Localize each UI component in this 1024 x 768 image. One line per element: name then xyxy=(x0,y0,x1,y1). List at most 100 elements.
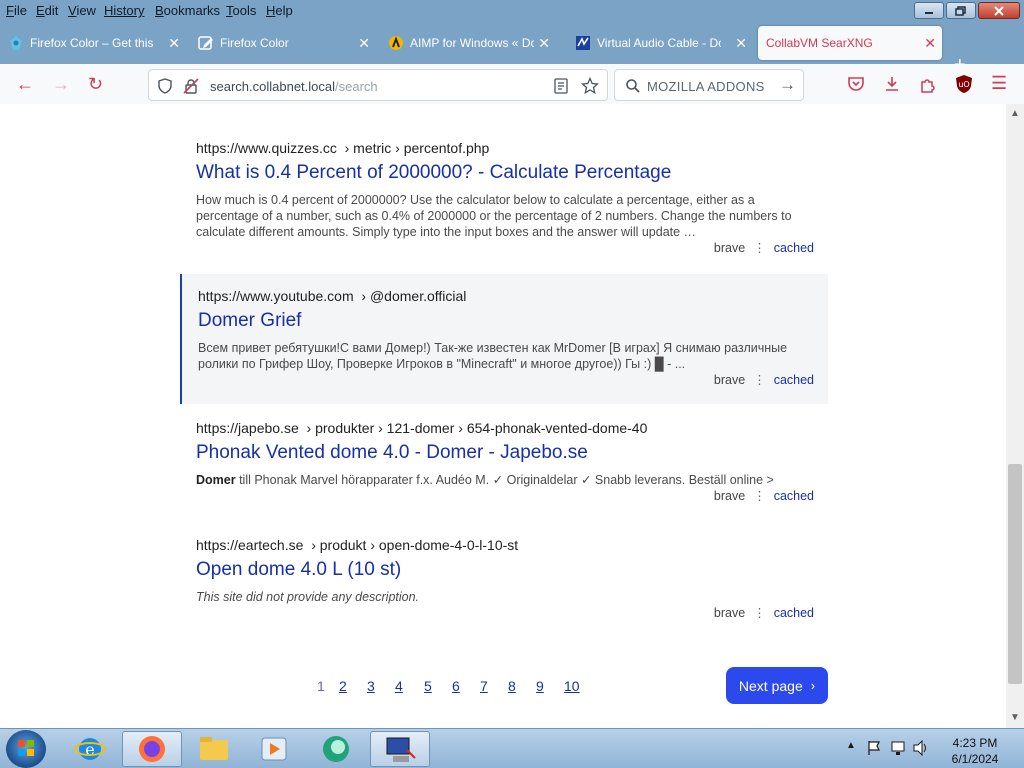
more-options-icon[interactable]: ⋮ xyxy=(753,489,766,503)
chevron-right-icon: › xyxy=(810,678,816,693)
tab-collabvm-searxng[interactable]: CollabVM SearXNG ✕ xyxy=(758,26,942,60)
search-bar[interactable]: MOZILLA ADDONS → xyxy=(614,69,804,101)
shield-icon[interactable] xyxy=(157,78,173,94)
computer-icon xyxy=(386,737,416,762)
aimp-icon xyxy=(389,36,403,50)
tab-close-icon[interactable]: ✕ xyxy=(168,35,180,52)
result-url[interactable]: https://www.youtube.com › @domer.officia… xyxy=(198,288,828,308)
folder-icon xyxy=(200,737,228,760)
network-icon[interactable] xyxy=(890,740,908,756)
tab-close-icon[interactable]: ✕ xyxy=(538,35,550,52)
volume-icon[interactable] xyxy=(912,740,930,756)
windows-logo-icon xyxy=(18,740,34,756)
page-number-link[interactable]: 7 xyxy=(480,678,488,694)
tab-close-icon[interactable]: ✕ xyxy=(735,35,747,52)
download-icon[interactable] xyxy=(883,75,901,93)
url-bar[interactable]: search.collabnet.local/search xyxy=(148,69,608,101)
result-url[interactable]: https://www.quizzes.cc › metric › percen… xyxy=(196,140,828,160)
page-number-link[interactable]: 6 xyxy=(452,678,460,694)
cached-link[interactable]: cached xyxy=(774,489,814,503)
page-number-link[interactable]: 10 xyxy=(564,678,580,694)
minimize-button[interactable] xyxy=(914,2,944,19)
taskbar-virtual-audio-cable[interactable] xyxy=(370,731,430,767)
scroll-down-icon[interactable]: ▼ xyxy=(1010,712,1020,723)
menu-edit[interactable]: Edit xyxy=(36,3,58,18)
page-number-link[interactable]: 4 xyxy=(395,678,403,694)
insecure-lock-icon[interactable] xyxy=(183,78,199,94)
close-window-button[interactable] xyxy=(978,2,1020,19)
cached-link[interactable]: cached xyxy=(774,373,814,387)
tab-close-icon[interactable]: ✕ xyxy=(924,35,936,52)
taskbar-firefox[interactable] xyxy=(122,731,182,767)
scroll-up-icon[interactable]: ▲ xyxy=(1010,108,1020,119)
system-clock[interactable]: 4:23 PM 6/1/2024 xyxy=(940,735,1010,767)
result-title-link[interactable]: Domer Grief xyxy=(198,310,828,336)
result-title-link[interactable]: What is 0.4 Percent of 2000000? - Calcul… xyxy=(196,162,828,188)
menu-hamburger-icon[interactable]: ☰ xyxy=(991,73,1007,94)
taskbar-internet-explorer[interactable]: e xyxy=(60,731,120,767)
taskbar-media-player[interactable] xyxy=(244,731,304,767)
result-title-link[interactable]: Open dome 4.0 L (10 st) xyxy=(196,559,828,585)
page-number-link[interactable]: 2 xyxy=(339,678,347,694)
menu-tools[interactable]: Tools xyxy=(226,3,256,18)
taskbar-explorer[interactable] xyxy=(184,731,244,767)
result-meta: brave ⋮ cached xyxy=(714,605,814,620)
result-description: This site did not provide any descriptio… xyxy=(196,590,420,604)
tab-title: AIMP for Windows « Do xyxy=(410,36,534,50)
result-item: https://japebo.se › produkter › 121-dome… xyxy=(180,420,828,520)
vertical-scrollbar[interactable]: ▲ ▼ xyxy=(1006,104,1024,728)
tab-firefox-color[interactable]: Firefox Color ✕ xyxy=(190,26,376,60)
extensions-icon[interactable] xyxy=(919,75,937,93)
collabvm-icon xyxy=(323,736,349,762)
restore-button[interactable] xyxy=(946,2,976,19)
action-center-flag-icon[interactable] xyxy=(866,740,882,756)
menu-bar: File Edit View History Bookmarks Tools H… xyxy=(0,0,1024,22)
menu-view[interactable]: View xyxy=(68,3,96,18)
result-title-link[interactable]: Phonak Vented dome 4.0 - Domer - Japebo.… xyxy=(196,442,828,468)
browser-chrome: File Edit View History Bookmarks Tools H… xyxy=(0,0,1024,104)
tab-bar: Firefox Color – Get this E ✕ Firefox Col… xyxy=(0,22,1024,76)
back-icon[interactable]: ← xyxy=(16,74,34,94)
tray-expand-icon[interactable]: ▲ xyxy=(846,740,856,751)
result-url[interactable]: https://japebo.se › produkter › 121-dome… xyxy=(196,420,828,440)
page-number-link[interactable]: 5 xyxy=(424,678,432,694)
engine-label: brave xyxy=(713,373,746,387)
result-description: Всем привет ребятушки!С вами Домер!) Так… xyxy=(198,341,788,371)
scrollbar-thumb[interactable] xyxy=(1008,464,1022,684)
tab-virtual-audio-cable[interactable]: Virtual Audio Cable - Do ✕ xyxy=(567,26,753,60)
tab-close-icon[interactable]: ✕ xyxy=(358,35,370,52)
menu-file[interactable]: File xyxy=(6,3,27,18)
pocket-icon[interactable] xyxy=(847,76,865,92)
more-options-icon[interactable]: ⋮ xyxy=(753,373,766,387)
tab-aimp[interactable]: AIMP for Windows « Do ✕ xyxy=(380,26,556,60)
forward-icon[interactable]: → xyxy=(52,74,70,94)
menu-bookmarks[interactable]: Bookmarks xyxy=(155,3,220,18)
more-options-icon[interactable]: ⋮ xyxy=(753,606,766,620)
result-description: Domer till Phonak Marvel hörapparater f.… xyxy=(196,473,774,487)
menu-history[interactable]: History xyxy=(104,3,144,18)
bookmark-star-icon[interactable] xyxy=(581,77,599,95)
url-text: search.collabnet.local/search xyxy=(210,79,378,94)
reload-icon[interactable]: ↻ xyxy=(88,74,103,94)
ublock-origin-icon[interactable]: uO xyxy=(955,74,973,94)
tab-firefox-color-get[interactable]: Firefox Color – Get this E ✕ xyxy=(0,26,186,60)
tab-title: Firefox Color xyxy=(220,36,289,50)
page-number-link[interactable]: 3 xyxy=(367,678,375,694)
tab-title: Virtual Audio Cable - Do xyxy=(597,36,721,50)
engine-label: brave xyxy=(713,489,746,503)
menu-help[interactable]: Help xyxy=(266,3,293,18)
cached-link[interactable]: cached xyxy=(774,606,814,620)
search-go-icon[interactable]: → xyxy=(779,75,796,95)
more-options-icon[interactable]: ⋮ xyxy=(753,241,766,255)
taskbar-collabvm-app[interactable] xyxy=(306,731,366,767)
restore-icon xyxy=(955,5,966,16)
page-number-link[interactable]: 9 xyxy=(536,678,544,694)
cached-link[interactable]: cached xyxy=(774,241,814,255)
result-url[interactable]: https://eartech.se › produkt › open-dome… xyxy=(196,537,828,557)
internet-explorer-icon: e xyxy=(74,738,106,760)
reader-view-icon[interactable] xyxy=(553,78,569,94)
next-page-button[interactable]: Next page › xyxy=(726,667,828,704)
page-number-link[interactable]: 8 xyxy=(508,678,516,694)
start-button[interactable] xyxy=(6,730,46,768)
tab-title: Firefox Color – Get this E xyxy=(30,36,154,50)
